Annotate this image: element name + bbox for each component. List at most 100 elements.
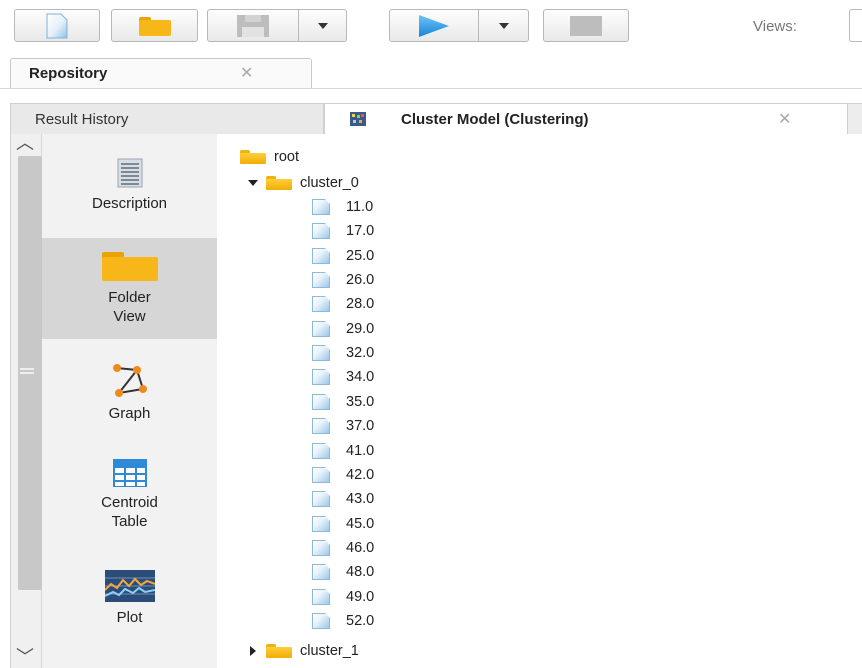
tree-leaf-label: 29.0 bbox=[346, 320, 375, 337]
tree-node-label: cluster_0 bbox=[300, 175, 359, 191]
tree-leaf[interactable]: 25.0 bbox=[312, 245, 374, 267]
tree-leaf[interactable]: 17.0 bbox=[312, 220, 374, 242]
repository-tab[interactable]: Repository ✕ bbox=[10, 58, 312, 88]
cluster-model-icon bbox=[350, 112, 366, 126]
tree-leaf-label: 52.0 bbox=[346, 612, 375, 629]
tree-leaf[interactable]: 32.0 bbox=[312, 342, 374, 364]
tree-leaf-label: 45.0 bbox=[346, 515, 375, 532]
graph-icon bbox=[112, 364, 147, 397]
document-icon bbox=[312, 199, 330, 215]
tree-leaf-label: 42.0 bbox=[346, 466, 375, 483]
view-centroid-table[interactable]: Centroid Table bbox=[42, 459, 217, 559]
document-icon bbox=[312, 272, 330, 289]
scroll-down-icon[interactable]: ﹀ bbox=[16, 648, 34, 666]
tree-leaf-label: 37.0 bbox=[346, 418, 375, 435]
tree-leaf[interactable]: 35.0 bbox=[312, 391, 374, 413]
tree-leaf-label: 43.0 bbox=[346, 491, 375, 508]
scroll-up-icon[interactable]: ︿ bbox=[16, 134, 34, 152]
tree-node-root[interactable]: root bbox=[240, 146, 299, 168]
document-icon bbox=[312, 442, 330, 459]
tree-leaf-label: 46.0 bbox=[346, 539, 375, 556]
tree-node-label: cluster_1 bbox=[300, 643, 359, 659]
tab-result-history[interactable]: Result History bbox=[10, 103, 324, 134]
save-disk-icon bbox=[237, 14, 269, 37]
expand-toggle-icon[interactable] bbox=[248, 180, 258, 186]
folder-icon bbox=[266, 176, 292, 190]
view-graph[interactable]: Graph bbox=[42, 362, 217, 432]
document-icon bbox=[312, 418, 330, 435]
folder-icon bbox=[266, 644, 292, 658]
open-folder-icon bbox=[138, 16, 171, 36]
tree-leaf-label: 17.0 bbox=[346, 223, 375, 240]
tree-node-cluster-1[interactable]: cluster_1 bbox=[250, 640, 359, 662]
view-graph-label: Graph bbox=[108, 405, 151, 422]
tree-node-label: root bbox=[274, 149, 299, 165]
tree-leaf[interactable]: 29.0 bbox=[312, 318, 374, 340]
views-label: Views: bbox=[753, 18, 797, 35]
tree-node-cluster-0[interactable]: cluster_0 bbox=[248, 172, 359, 194]
view-plot-label: Plot bbox=[116, 609, 143, 626]
open-button[interactable] bbox=[111, 9, 198, 42]
document-icon bbox=[312, 247, 330, 264]
chevron-down-icon bbox=[498, 22, 509, 29]
tree-leaf-label: 35.0 bbox=[346, 393, 375, 410]
document-icon bbox=[312, 369, 330, 386]
view-folder-view-label: Folder View bbox=[108, 288, 151, 325]
folder-icon bbox=[101, 251, 158, 281]
tree-leaf[interactable]: 48.0 bbox=[312, 561, 374, 583]
document-icon bbox=[312, 491, 330, 508]
tree-leaf[interactable]: 41.0 bbox=[312, 440, 374, 462]
view-plot[interactable]: Plot bbox=[42, 570, 217, 640]
view-description-label: Description bbox=[91, 195, 168, 212]
document-icon bbox=[312, 539, 330, 556]
stop-button[interactable] bbox=[543, 9, 629, 42]
save-dropdown-button[interactable] bbox=[299, 9, 347, 42]
close-icon[interactable]: ✕ bbox=[240, 63, 253, 83]
folder-icon bbox=[240, 150, 266, 164]
document-icon bbox=[312, 466, 330, 483]
tree-leaf[interactable]: 52.0 bbox=[312, 610, 374, 632]
tree-leaf[interactable]: 26.0 bbox=[312, 269, 374, 291]
tree-leaf-label: 32.0 bbox=[346, 345, 375, 362]
expand-toggle-icon[interactable] bbox=[250, 646, 256, 656]
tree-leaf[interactable]: 28.0 bbox=[312, 293, 374, 315]
views-selector[interactable] bbox=[849, 9, 862, 42]
save-button[interactable] bbox=[207, 9, 299, 42]
close-icon[interactable]: ✕ bbox=[778, 109, 791, 129]
run-button[interactable] bbox=[389, 9, 479, 42]
toolbar: Views: bbox=[0, 0, 862, 48]
new-document-icon bbox=[46, 13, 68, 38]
tree-leaf-label: 48.0 bbox=[346, 564, 375, 581]
tree-leaf[interactable]: 49.0 bbox=[312, 586, 374, 608]
document-icon bbox=[312, 393, 330, 410]
tree-leaf[interactable]: 34.0 bbox=[312, 366, 374, 388]
tree-leaf-label: 11.0 bbox=[346, 199, 374, 215]
repository-tab-label: Repository bbox=[29, 65, 108, 82]
plot-icon bbox=[104, 570, 155, 602]
tree-leaf-label: 26.0 bbox=[346, 272, 375, 289]
tree-leaf[interactable]: 11.0 bbox=[312, 196, 373, 218]
document-icon bbox=[312, 515, 330, 532]
tree-leaf[interactable]: 43.0 bbox=[312, 488, 374, 510]
view-description[interactable]: Description bbox=[42, 158, 217, 238]
document-icon bbox=[312, 612, 330, 629]
tab-cluster-model[interactable]: Cluster Model (Clustering) ✕ bbox=[324, 103, 848, 135]
stop-icon bbox=[570, 15, 602, 36]
tree-leaf[interactable]: 46.0 bbox=[312, 537, 374, 559]
document-icon bbox=[312, 296, 330, 313]
play-icon bbox=[419, 14, 449, 37]
tree-leaf[interactable]: 37.0 bbox=[312, 415, 374, 437]
tree-leaf-label: 25.0 bbox=[346, 247, 375, 264]
tree-leaf[interactable]: 45.0 bbox=[312, 513, 374, 535]
document-icon bbox=[312, 223, 330, 240]
view-folder-view[interactable]: Folder View bbox=[42, 238, 217, 339]
tree-leaf-label: 28.0 bbox=[346, 296, 375, 313]
new-process-button[interactable] bbox=[14, 9, 100, 42]
grip-icon bbox=[20, 368, 34, 374]
document-icon bbox=[312, 564, 330, 581]
tab-cluster-model-label: Cluster Model (Clustering) bbox=[401, 111, 589, 128]
document-icon bbox=[312, 588, 330, 605]
tree-leaf-label: 34.0 bbox=[346, 369, 375, 386]
run-dropdown-button[interactable] bbox=[479, 9, 529, 42]
tree-leaf[interactable]: 42.0 bbox=[312, 464, 374, 486]
